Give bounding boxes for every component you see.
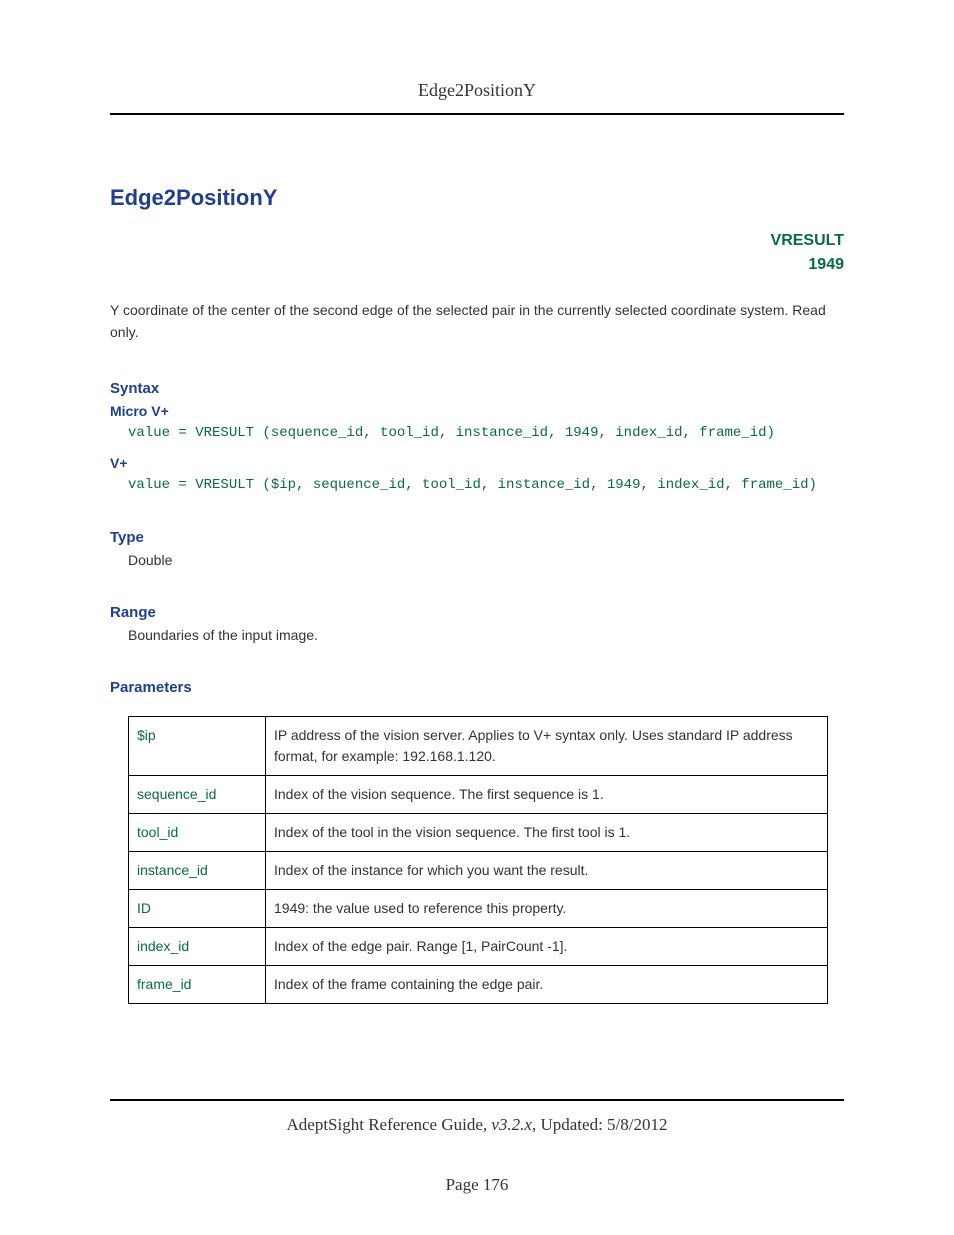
vplus-code: value = VRESULT ($ip, sequence_id, tool_… (128, 477, 844, 493)
topic-title: Edge2PositionY (110, 185, 277, 211)
table-row: frame_idIndex of the frame containing th… (129, 965, 828, 1003)
param-name: ID (129, 889, 266, 927)
type-heading: Type (110, 529, 844, 546)
table-row: tool_idIndex of the tool in the vision s… (129, 813, 828, 851)
vresult-label: VRESULT (110, 229, 844, 253)
param-desc: 1949: the value used to reference this p… (266, 889, 828, 927)
param-desc: Index of the tool in the vision sequence… (266, 813, 828, 851)
header-title: Edge2PositionY (418, 80, 536, 100)
micro-vplus-label: Micro V+ (110, 403, 844, 419)
param-name: tool_id (129, 813, 266, 851)
footer-guide: AdeptSight Reference Guide (287, 1115, 483, 1134)
param-desc: Index of the vision sequence. The first … (266, 775, 828, 813)
vresult-code: 1949 (110, 253, 844, 277)
table-row: instance_idIndex of the instance for whi… (129, 851, 828, 889)
page-footer: AdeptSight Reference Guide, v3.2.x, Upda… (110, 1099, 844, 1195)
footer-version: , v3.2.x (483, 1115, 532, 1134)
table-row: sequence_idIndex of the vision sequence.… (129, 775, 828, 813)
page-header: Edge2PositionY (110, 80, 844, 115)
table-row: index_idIndex of the edge pair. Range [1… (129, 927, 828, 965)
param-name: instance_id (129, 851, 266, 889)
parameters-table: $ipIP address of the vision server. Appl… (128, 716, 828, 1004)
table-row: $ipIP address of the vision server. Appl… (129, 716, 828, 775)
param-desc: Index of the instance for which you want… (266, 851, 828, 889)
footer-updated: , Updated: 5/8/2012 (532, 1115, 668, 1134)
vplus-label: V+ (110, 455, 844, 471)
param-name: frame_id (129, 965, 266, 1003)
table-row: ID1949: the value used to reference this… (129, 889, 828, 927)
range-value: Boundaries of the input image. (128, 627, 844, 643)
param-desc: Index of the frame containing the edge p… (266, 965, 828, 1003)
param-desc: Index of the edge pair. Range [1, PairCo… (266, 927, 828, 965)
parameters-heading: Parameters (110, 679, 844, 696)
param-name: $ip (129, 716, 266, 775)
micro-vplus-code: value = VRESULT (sequence_id, tool_id, i… (128, 425, 844, 441)
param-name: index_id (129, 927, 266, 965)
vresult-block: VRESULT 1949 (110, 229, 844, 277)
topic-description: Y coordinate of the center of the second… (110, 299, 844, 344)
syntax-heading: Syntax (110, 380, 844, 397)
page-number: Page 176 (110, 1175, 844, 1195)
param-desc: IP address of the vision server. Applies… (266, 716, 828, 775)
range-heading: Range (110, 604, 844, 621)
param-name: sequence_id (129, 775, 266, 813)
type-value: Double (128, 552, 844, 568)
